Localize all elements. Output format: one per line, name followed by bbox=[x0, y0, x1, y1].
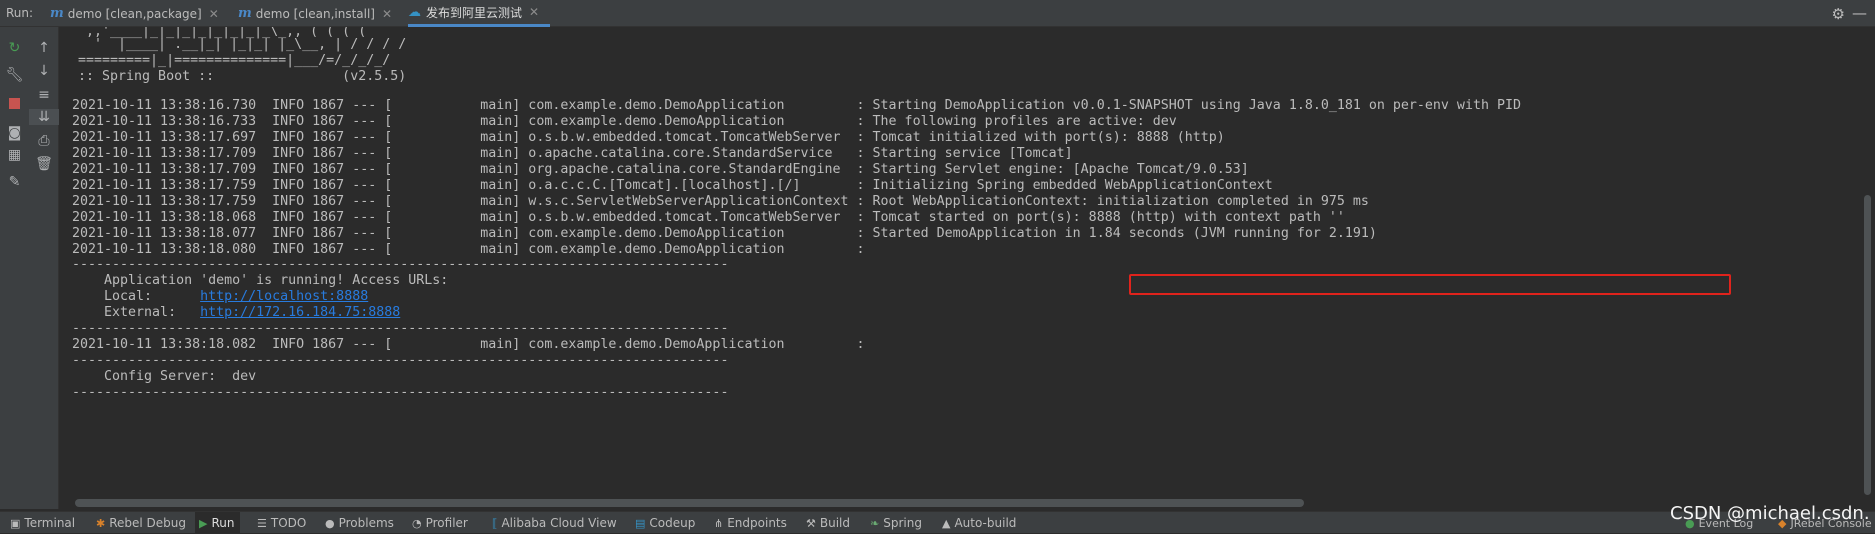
tool-label: Endpoints bbox=[727, 516, 787, 530]
tab-label: 发布到阿里云测试 bbox=[426, 5, 523, 20]
info-icon: ● bbox=[325, 516, 335, 530]
list-icon: ☰ bbox=[257, 516, 267, 530]
tab-label: demo [clean,package] bbox=[67, 6, 202, 21]
wrench-icon[interactable]: 🔧︎ bbox=[0, 67, 29, 83]
alibaba-cloud-icon: ⟦ bbox=[492, 516, 498, 530]
tool-label: Alibaba Cloud View bbox=[501, 516, 617, 530]
tool-label: Terminal bbox=[24, 516, 76, 530]
tool-alibaba-cloud-view[interactable]: ⟦ Alibaba Cloud View bbox=[492, 512, 617, 534]
banner-line: :: Spring Boot :: (v2.5.5) bbox=[70, 69, 407, 84]
local-url-link[interactable]: http://localhost:8888 bbox=[200, 289, 368, 304]
gear-icon[interactable]: ⚙ bbox=[1832, 5, 1845, 23]
tab-label: demo [clean,install] bbox=[255, 6, 375, 21]
run-actions-toolbar: ↻ 🔧︎ ◙ ▦ ✎ bbox=[0, 27, 29, 509]
rerun-icon[interactable]: ↻ bbox=[0, 40, 29, 56]
tab-demo-clean-install[interactable]: m demo [clean,install] ✕ bbox=[238, 0, 392, 27]
tool-label: Build bbox=[819, 516, 850, 530]
tool-codeup[interactable]: ▤ Codeup bbox=[635, 512, 695, 534]
cloud-icon: ☁ bbox=[408, 4, 421, 20]
tool-label: Codeup bbox=[649, 516, 696, 530]
minimize-icon[interactable]: — bbox=[1852, 4, 1867, 22]
highlight-box bbox=[1129, 274, 1731, 295]
tool-label: Spring bbox=[883, 516, 922, 530]
play-icon: ▶ bbox=[199, 516, 208, 530]
horizontal-scrollbar[interactable] bbox=[75, 499, 1304, 507]
console-output[interactable]: ,,'____|_|_|_|_|_|_|_|_\_,, ( ( ( ( ' |_… bbox=[60, 27, 1875, 497]
close-icon[interactable]: ✕ bbox=[209, 7, 219, 21]
close-icon[interactable]: ✕ bbox=[529, 5, 539, 19]
scroll-to-end-icon[interactable]: ⇊ bbox=[29, 109, 59, 125]
tool-rebel-debug[interactable]: ✱ Rebel Debug bbox=[96, 512, 186, 534]
warning-icon: ▲ bbox=[942, 516, 951, 530]
tool-auto-build[interactable]: ▲ Auto-build bbox=[942, 512, 1016, 534]
tool-label: TODO bbox=[270, 516, 307, 530]
tab-demo-clean-package[interactable]: m demo [clean,package] ✕ bbox=[50, 0, 219, 27]
separator-line: ----------------------------------------… bbox=[72, 385, 729, 400]
tab-publish-aliyun-test[interactable]: ☁ 发布到阿里云测试 ✕ bbox=[408, 0, 550, 27]
tool-problems[interactable]: ● Problems bbox=[325, 512, 394, 534]
run-label: Run: bbox=[6, 6, 34, 20]
vertical-scrollbar[interactable] bbox=[1864, 195, 1871, 495]
tool-label: Rebel Debug bbox=[109, 516, 187, 530]
tool-spring[interactable]: ❧ Spring bbox=[870, 512, 922, 534]
local-label: Local: bbox=[72, 289, 201, 304]
camera-icon[interactable]: ◙ bbox=[0, 125, 29, 141]
watermark: CSDN @michael.csdn. bbox=[1670, 503, 1870, 524]
arrow-up-icon[interactable]: ↑ bbox=[29, 40, 59, 56]
stop-icon[interactable] bbox=[0, 97, 29, 113]
maven-icon: m bbox=[50, 6, 64, 21]
tool-run[interactable]: ▶ Run bbox=[195, 512, 241, 534]
codeup-icon: ▤ bbox=[635, 516, 646, 530]
close-icon[interactable]: ✕ bbox=[382, 7, 392, 21]
tool-terminal[interactable]: ▣ Terminal bbox=[10, 512, 75, 534]
layout-icon[interactable]: ▦ bbox=[0, 147, 29, 163]
tool-endpoints[interactable]: ⋔ Endpoints bbox=[714, 512, 787, 534]
tool-label: Run bbox=[211, 516, 235, 530]
print-icon[interactable]: ⎙ bbox=[29, 133, 59, 149]
bug-icon: ✱ bbox=[96, 516, 106, 530]
spring-leaf-icon: ❧ bbox=[870, 516, 880, 530]
profiler-icon: ◔ bbox=[412, 516, 422, 530]
pin-icon[interactable]: ✎ bbox=[0, 174, 29, 190]
tool-label: Auto-build bbox=[954, 516, 1017, 530]
maven-icon: m bbox=[238, 6, 252, 21]
trash-icon[interactable]: 🗑︎ bbox=[29, 156, 59, 172]
tool-window-bar: ▣ Terminal ✱ Rebel Debug ▶ Run ☰ TODO ● Probl… bbox=[0, 511, 1875, 534]
external-url-link[interactable]: http://172.16.184.75:8888 bbox=[200, 305, 400, 320]
tool-label: Profiler bbox=[425, 516, 468, 530]
arrow-down-icon[interactable]: ↓ bbox=[29, 63, 59, 79]
tool-profiler[interactable]: ◔ Profiler bbox=[412, 512, 468, 534]
endpoints-icon: ⋔ bbox=[714, 516, 724, 530]
soft-wrap-icon[interactable]: ≡ bbox=[29, 87, 59, 103]
external-label: External: bbox=[72, 305, 201, 320]
hammer-icon: ⚒ bbox=[806, 516, 816, 530]
console-actions-toolbar: ↑ ↓ ≡ ⇊ ⎙ 🗑︎ bbox=[29, 27, 59, 509]
terminal-icon: ▣ bbox=[10, 516, 21, 530]
tool-build[interactable]: ⚒ Build bbox=[806, 512, 850, 534]
run-tab-bar: Run: m demo [clean,package] ✕ m demo [cl… bbox=[0, 0, 1875, 27]
tool-label: Problems bbox=[338, 516, 394, 530]
tool-todo[interactable]: ☰ TODO bbox=[257, 512, 306, 534]
